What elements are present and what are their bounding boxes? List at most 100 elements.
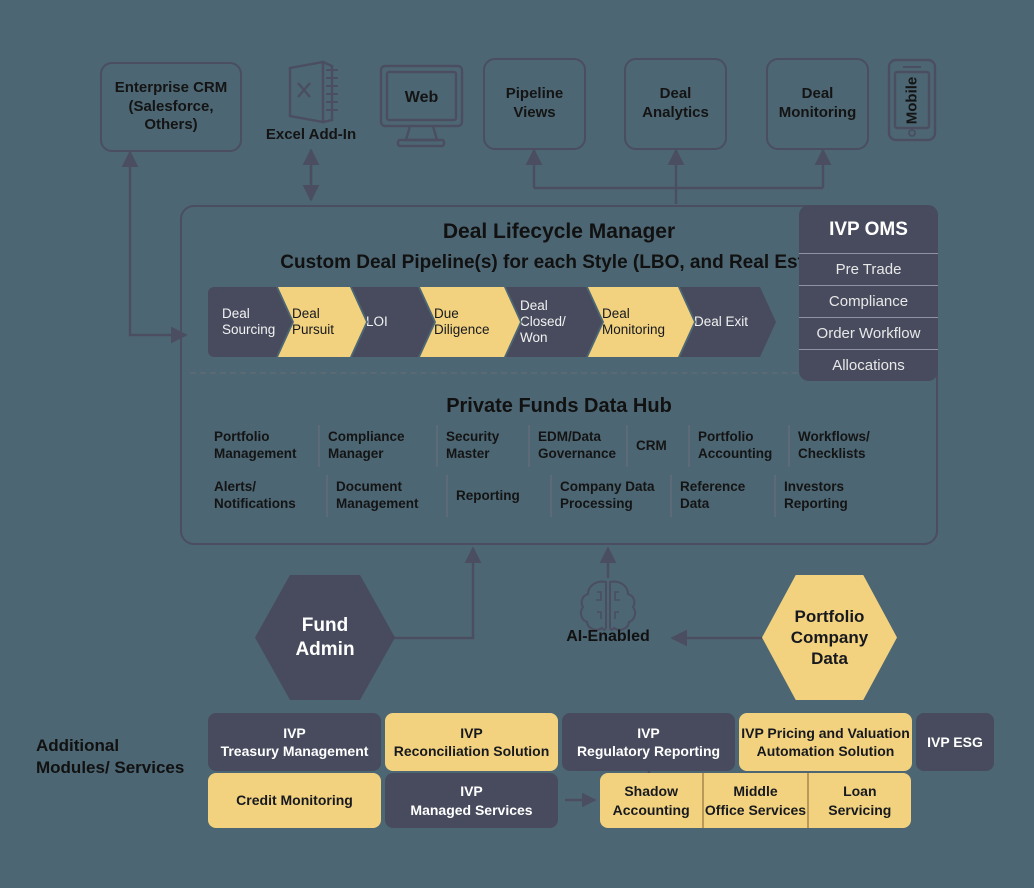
data-hub-title: Private Funds Data Hub [446, 395, 672, 417]
crm-line-1: Enterprise CRM [114, 78, 228, 96]
pipeline-views-box[interactable]: Pipeline Views [483, 58, 586, 150]
pipeline-stage-line: Pursuit [292, 322, 335, 337]
hub-cell-document[interactable]: Document Management [326, 475, 446, 517]
enterprise-crm-box[interactable]: Enterprise CRM (Salesforce, Others) [100, 62, 242, 152]
deal-pipeline: Deal Sourcing Deal Pursuit LOI Due Diligence De… [208, 287, 762, 357]
service-shadow[interactable]: Shadow Accounting [600, 773, 702, 828]
ivp-oms-row-allocations[interactable]: Allocations [799, 349, 938, 381]
module-line: Reconciliation Solution [393, 743, 550, 759]
hub-cell-alerts[interactable]: Alerts/Notifications [206, 475, 326, 517]
diagram-canvas: Enterprise CRM (Salesforce, Others) Exce… [0, 0, 1034, 888]
pcd-line-2: Company [790, 627, 869, 647]
hub-cell-line: Compliance [328, 429, 405, 445]
hub-cell-investors[interactable]: Investors Reporting [774, 475, 884, 517]
pipeline-stage-label: Deal Sourcing [222, 306, 275, 338]
module-label: IVP Pricing and Valuation Automation Solu… [741, 724, 910, 760]
deal-analytics-line-2: Analytics [642, 104, 709, 121]
ivp-oms-row-compliance[interactable]: Compliance [799, 285, 938, 317]
deal-analytics-box[interactable]: Deal Analytics [624, 58, 727, 150]
hub-cell-portfolio[interactable]: Portfolio Accounting [688, 425, 788, 467]
additional-modules-label: Additional Modules/ Services [36, 735, 211, 779]
hub-cell-label: Reference Data [680, 479, 745, 513]
hub-cell-label: Reporting [456, 488, 520, 505]
hub-cell-line: Checklists [798, 446, 866, 461]
hub-cell-line: Management [336, 496, 419, 511]
hub-cell-line: Reporting [784, 496, 848, 511]
module-ivp-regulatory-reporting[interactable]: IVP Regulatory Reporting [562, 713, 735, 771]
portfolio-company-data-hexagon[interactable]: Portfolio Company Data [762, 575, 897, 700]
module-credit-monitoring[interactable]: Credit Monitoring [208, 773, 381, 828]
module-ivp-esg[interactable]: IVP ESG [916, 713, 994, 771]
module-label: Credit Monitoring [236, 791, 353, 809]
module-ivp-treasury-management[interactable]: IVP Treasury Management [208, 713, 381, 771]
deal-monitoring-line-2: Monitoring [778, 104, 857, 121]
hub-cell-portfolio[interactable]: Portfolio Management [206, 425, 318, 467]
hub-cell-line: Portfolio [698, 429, 754, 445]
hub-cell-label: Investors Reporting [784, 479, 848, 513]
module-line: Managed Services [410, 801, 533, 818]
hub-cell-line: Accounting [698, 446, 773, 461]
fund-admin-hexagon[interactable]: Fund Admin [255, 575, 395, 700]
hub-cell-label: Company Data Processing [560, 479, 655, 513]
module-ivp-pricing-and-valuation-automation-solution[interactable]: IVP Pricing and Valuation Automation Solu… [739, 713, 912, 771]
module-label: IVP Regulatory Reporting [577, 724, 720, 760]
hub-cell-reference[interactable]: Reference Data [670, 475, 774, 517]
hub-cell-security[interactable]: Security Master [436, 425, 528, 467]
hub-cell-line: Data [680, 496, 710, 511]
hub-cell-label: Compliance Manager [328, 429, 405, 463]
deal-monitoring-box[interactable]: Deal Monitoring [766, 58, 869, 150]
hub-cell-line: Reference [680, 479, 746, 495]
module-line: IVP [460, 724, 483, 741]
pipeline-stage-due-diligence[interactable]: Due Diligence [420, 287, 520, 357]
hub-cell-label: CRM [636, 438, 667, 455]
pipeline-stage-deal-exit[interactable]: Deal Exit [680, 287, 776, 357]
pipeline-stage-line: Monitoring [602, 322, 666, 337]
ivp-oms-row-pre-trade[interactable]: Pre Trade [799, 253, 938, 285]
hub-cell-reporting[interactable]: Reporting [446, 475, 550, 517]
services-group: Shadow Accounting Middle Office Services Loa… [600, 773, 911, 828]
module-label: IVP Managed Services [410, 782, 532, 818]
service-line: Servicing [828, 801, 892, 818]
hub-cell-label: Portfolio Management [214, 429, 297, 463]
pipeline-stage-deal-sourcing[interactable]: Deal Sourcing [208, 287, 292, 357]
pipeline-stage-line: Deal [602, 305, 630, 321]
hub-cell-line: EDM/Data [538, 429, 602, 445]
pipeline-stage-label: Deal Exit [694, 314, 748, 330]
hub-cell-label: EDM/Data Governance [538, 429, 616, 463]
ai-enabled-label: AI-Enabled [566, 628, 650, 645]
service-line: Office Services [704, 801, 807, 818]
module-line: IVP ESG [927, 733, 983, 750]
pipeline-stage-line: Closed/ [520, 313, 566, 329]
module-ivp-managed-services[interactable]: IVP Managed Services [385, 773, 558, 828]
ivp-oms-row-order-workflow[interactable]: Order Workflow [799, 317, 938, 349]
data-hub-row-1: Portfolio Management Compliance Manager Secu… [206, 425, 922, 467]
pipeline-stage-line: Won [520, 330, 548, 346]
hub-cell-compliance[interactable]: Compliance Manager [318, 425, 436, 467]
hub-cell-line: Security [446, 429, 500, 445]
module-ivp-reconciliation-solution[interactable]: IVP Reconciliation Solution [385, 713, 558, 771]
pipeline-stage-line: Due [434, 305, 459, 321]
excel-file-icon [288, 60, 338, 124]
service-label: Middle Office Services [705, 782, 806, 818]
service-loan[interactable]: Loan Servicing [806, 773, 911, 828]
hub-cell-label: Alerts/Notifications [214, 479, 296, 513]
hub-cell-company-data[interactable]: Company Data Processing [550, 475, 670, 517]
pipeline-stage-label: Deal Pursuit [292, 306, 334, 338]
module-line: Automation Solution [756, 743, 895, 759]
service-middle[interactable]: Middle Office Services [702, 773, 806, 828]
service-line: Loan [843, 783, 877, 800]
hub-cell-workflows[interactable]: Workflows/Checklists [788, 425, 898, 467]
pipeline-stage-deal-closed-won[interactable]: Deal Closed/Won [506, 287, 602, 357]
hub-cell-line: Company Data [560, 479, 655, 495]
service-label: Shadow Accounting [613, 782, 690, 818]
web-label: Web [381, 80, 462, 116]
excel-add-in-caption-wrap: Excel Add-In [255, 126, 367, 143]
mobile-label-text: Mobile [903, 76, 921, 124]
module-line: Credit Monitoring [236, 792, 353, 809]
pipeline-stage-deal-monitoring[interactable]: Deal Monitoring [588, 287, 694, 357]
hub-cell-edm-data[interactable]: EDM/Data Governance [528, 425, 626, 467]
module-line: IVP Pricing and Valuation [741, 724, 910, 741]
service-line: Accounting [612, 801, 690, 818]
hub-cell-crm[interactable]: CRM [626, 425, 688, 467]
hub-cell-line: Investors [784, 479, 845, 495]
